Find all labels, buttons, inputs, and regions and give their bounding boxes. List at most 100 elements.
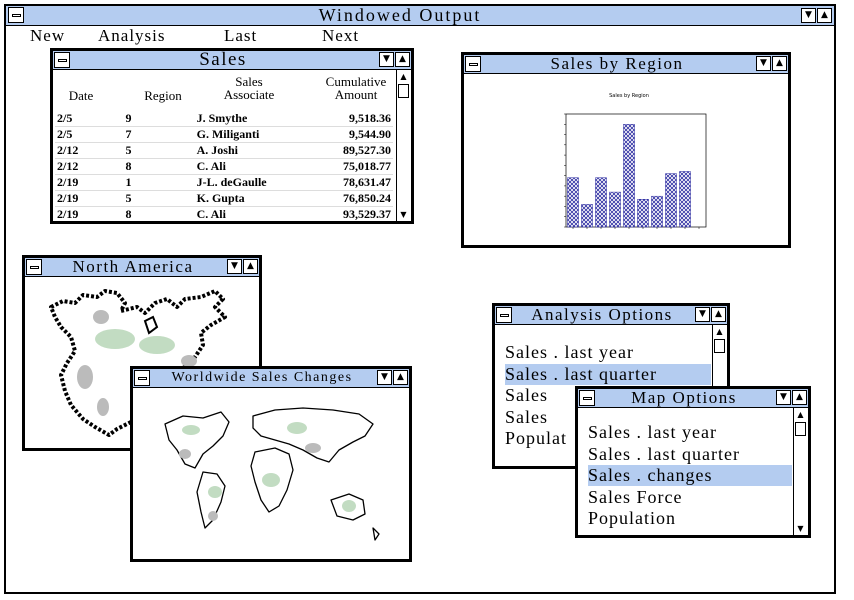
system-menu-icon[interactable] (134, 370, 150, 386)
table-row[interactable]: 2/19 1 J-L. deGaulle 78,631.47 (55, 174, 393, 191)
chart-bar-region-6 (637, 199, 649, 228)
menu-last[interactable]: Last (224, 26, 257, 46)
cell-associate: J-L. deGaulle (194, 174, 312, 191)
menu-new[interactable]: New (30, 26, 65, 46)
map-options-titlebar: Map Options ▼ ▲ (578, 389, 808, 408)
cell-amount: 76,850.24 (311, 190, 393, 207)
sales-window: Sales ▼ ▲ Date Region Sales Associate Cu… (50, 48, 414, 224)
system-menu-icon[interactable] (465, 56, 481, 72)
vertical-scrollbar[interactable]: ▲ ▼ (396, 70, 411, 221)
scroll-down-icon[interactable]: ▼ (794, 522, 807, 535)
cell-associate: A. Joshi (194, 142, 312, 159)
maximize-icon[interactable]: ▲ (792, 390, 807, 405)
table-row[interactable]: 2/19 5 K. Gupta 76,850.24 (55, 190, 393, 207)
system-menu-icon[interactable] (26, 259, 42, 275)
region-highlight (95, 329, 135, 349)
system-menu-icon[interactable] (579, 390, 595, 406)
cell-amount: 89,527.30 (311, 142, 393, 159)
minimize-icon[interactable]: ▼ (801, 8, 816, 23)
cell-date: 2/19 (55, 174, 124, 191)
cell-date: 2/5 (55, 111, 124, 127)
map-options-window: Map Options ▼ ▲ Sales . last year Sales .… (575, 386, 811, 538)
region-highlight (262, 473, 280, 487)
minimize-icon[interactable]: ▼ (377, 370, 392, 385)
column-header-region: Region (144, 88, 182, 103)
maximize-icon[interactable]: ▲ (395, 52, 410, 67)
minimize-icon[interactable]: ▼ (227, 259, 242, 274)
option-item[interactable]: Sales . changes (588, 465, 792, 486)
window-title: Sales (199, 49, 247, 70)
chart-bar-region-9 (679, 171, 691, 228)
system-menu-icon[interactable] (496, 307, 512, 323)
maximize-icon[interactable]: ▲ (711, 307, 726, 322)
cell-region: 5 (123, 190, 195, 207)
main-titlebar: Windowed Output ▼ ▲ (6, 6, 834, 26)
minimize-icon[interactable]: ▼ (776, 390, 791, 405)
menu-analysis[interactable]: Analysis (98, 26, 166, 46)
cell-region: 1 (123, 174, 195, 191)
scroll-up-icon[interactable]: ▲ (713, 325, 726, 338)
cell-date: 2/19 (55, 206, 124, 221)
option-item[interactable]: Sales . last quarter (588, 444, 792, 465)
cell-associate: G. Miliganti (194, 126, 312, 143)
cell-associate: C. Ali (194, 158, 312, 175)
minimize-icon[interactable]: ▼ (379, 52, 394, 67)
window-title: Analysis Options (531, 305, 673, 324)
worldwide-window: Worldwide Sales Changes ▼ ▲ (130, 366, 412, 562)
table-row[interactable]: 2/5 7 G. Miliganti 9,544.90 (55, 126, 393, 143)
table-row[interactable]: 2/12 8 C. Ali 75,018.77 (55, 158, 393, 175)
region-highlight (305, 443, 321, 453)
table-row[interactable]: 2/19 8 C. Ali 93,529.37 (55, 206, 393, 221)
cell-amount: 93,529.37 (311, 206, 393, 221)
scroll-thumb[interactable] (398, 84, 409, 98)
cell-amount: 75,018.77 (311, 158, 393, 175)
maximize-icon[interactable]: ▲ (772, 56, 787, 71)
table-row[interactable]: 2/12 5 A. Joshi 89,527.30 (55, 142, 393, 159)
option-item[interactable]: Sales . last year (505, 342, 711, 363)
table-row[interactable]: 2/5 9 J. Smythe 9,518.36 (55, 111, 393, 127)
system-menu-icon[interactable] (54, 52, 70, 68)
chart-bar-region-1 (567, 177, 579, 228)
maximize-icon[interactable]: ▲ (817, 8, 832, 23)
region-highlight (77, 365, 93, 389)
north-america-outline (164, 411, 230, 469)
cell-date: 2/19 (55, 190, 124, 207)
option-item[interactable]: Sales . last year (588, 422, 792, 443)
cell-region: 8 (123, 206, 195, 221)
scroll-down-icon[interactable]: ▼ (397, 208, 410, 221)
chart-bar-region-5 (623, 124, 635, 228)
maximize-icon[interactable]: ▲ (393, 370, 408, 385)
scroll-thumb[interactable] (795, 422, 806, 436)
column-header-date: Date (68, 88, 94, 103)
cell-associate: C. Ali (194, 206, 312, 221)
app-title: Windowed Output (318, 5, 482, 25)
maximize-icon[interactable]: ▲ (243, 259, 258, 274)
cell-amount: 9,518.36 (311, 111, 393, 127)
window-title: Sales by Region (550, 54, 684, 73)
region-highlight (208, 486, 222, 498)
region-highlight (208, 511, 218, 521)
menu-next[interactable]: Next (322, 26, 359, 46)
cell-amount: 9,544.90 (311, 126, 393, 143)
analysis-options-titlebar: Analysis Options ▼ ▲ (495, 306, 727, 325)
option-item[interactable]: Population (588, 508, 792, 529)
cell-associate: K. Gupta (194, 190, 312, 207)
chart-bar-region-4 (609, 191, 621, 228)
minimize-icon[interactable]: ▼ (756, 56, 771, 71)
scroll-up-icon[interactable]: ▲ (794, 408, 807, 421)
chart-titlebar: Sales by Region ▼ ▲ (464, 55, 788, 74)
sales-by-region-window: Sales by Region ▼ ▲ Sales by Region (461, 52, 791, 248)
vertical-scrollbar[interactable]: ▲ ▼ (793, 408, 808, 535)
sales-table: 2/5 9 J. Smythe 9,518.36 2/5 7 G. Miliganti 9,5… (55, 111, 393, 221)
region-highlight (139, 336, 175, 354)
scroll-up-icon[interactable]: ▲ (397, 70, 410, 83)
north-america-titlebar: North America ▼ ▲ (25, 258, 259, 277)
region-highlight (287, 422, 307, 434)
minimize-icon[interactable]: ▼ (695, 307, 710, 322)
worldwide-titlebar: Worldwide Sales Changes ▼ ▲ (133, 369, 409, 388)
scroll-thumb[interactable] (714, 339, 725, 353)
menu-bar: New Analysis Last Next (6, 26, 834, 46)
option-item[interactable]: Sales . last quarter (505, 363, 711, 385)
region-highlight (93, 310, 109, 324)
option-item[interactable]: Sales Force (588, 487, 792, 508)
